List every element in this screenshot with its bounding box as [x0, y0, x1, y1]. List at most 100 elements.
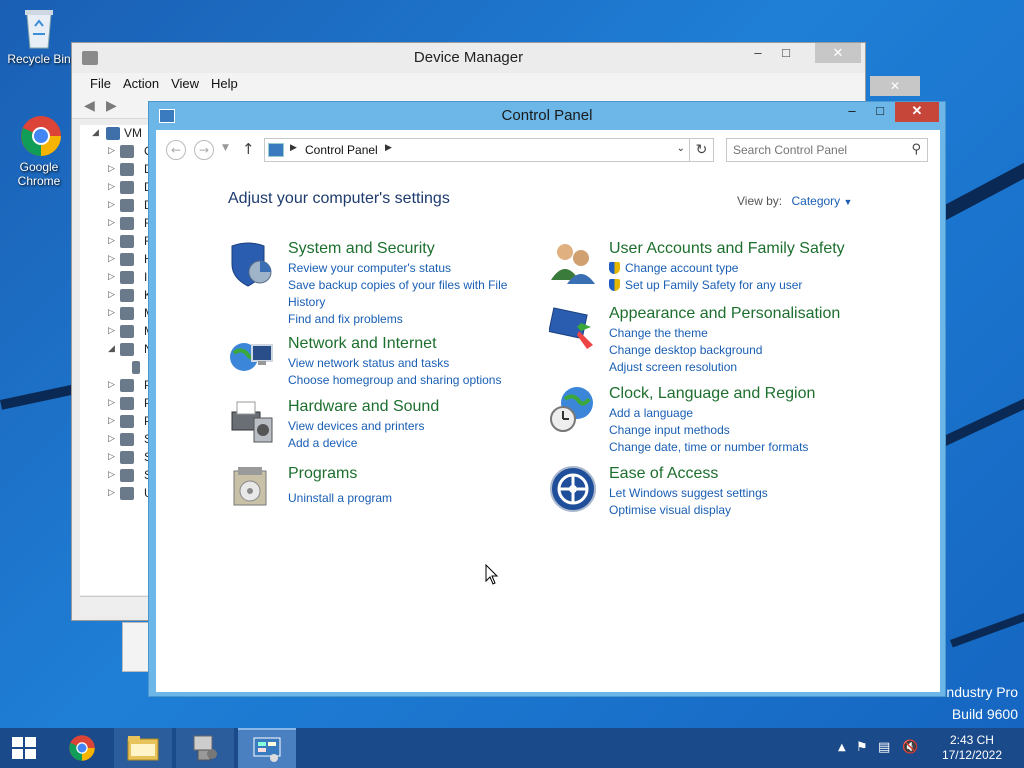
category-title[interactable]: Appearance and Personalisation [609, 305, 840, 323]
category-link[interactable]: Change desktop background [609, 342, 762, 359]
breadcrumb-chevron-icon[interactable]: ▶ [385, 143, 392, 153]
expand-icon[interactable]: ▷ [108, 236, 115, 246]
recent-locations-icon[interactable]: ▼ [222, 143, 229, 153]
os-watermark: ndustry Pro Build 9600 [946, 684, 1018, 722]
forward-button[interactable]: → [194, 140, 214, 160]
category-link[interactable]: Set up Family Safety for any user [609, 277, 802, 294]
category-link[interactable]: Add a language [609, 405, 808, 422]
taskbar-control-panel[interactable] [238, 728, 296, 768]
category-link[interactable]: Change input methods [609, 422, 808, 439]
cp-close-button[interactable]: ✕ [895, 102, 939, 122]
search-input[interactable] [727, 139, 897, 161]
folder-icon [127, 736, 159, 761]
control-panel-titlebar[interactable]: Control Panel – □ ✕ [149, 102, 945, 130]
category-link[interactable]: Choose homegroup and sharing options [288, 372, 501, 389]
expand-icon[interactable]: ▷ [108, 290, 115, 300]
view-by-dropdown[interactable]: Category ▼ [791, 194, 852, 208]
category-title[interactable]: User Accounts and Family Safety [609, 240, 845, 258]
category-title[interactable]: Hardware and Sound [288, 398, 439, 416]
category-link[interactable]: Optimise visual display [609, 502, 768, 519]
expand-icon[interactable]: ▷ [108, 398, 115, 408]
expand-icon[interactable]: ▷ [108, 326, 115, 336]
network-icon[interactable]: ▤ [878, 740, 890, 755]
category-link[interactable]: Uninstall a program [288, 490, 392, 507]
appearance-icon[interactable] [548, 305, 595, 351]
refresh-button[interactable]: ↻ [690, 138, 714, 162]
expand-icon[interactable]: ▷ [108, 146, 115, 156]
category-title[interactable]: System and Security [288, 240, 435, 258]
control-panel-window[interactable]: Control Panel – □ ✕ ← → ▼ ↑ ▶ Control Pa… [148, 101, 946, 697]
breadcrumb-control-panel[interactable]: Control Panel [305, 143, 378, 157]
category-link[interactable]: View network status and tasks [288, 355, 501, 372]
expand-icon[interactable]: ▷ [108, 200, 115, 210]
dm-maximize-button[interactable]: □ [763, 43, 809, 63]
cp-minimize-button[interactable]: – [839, 102, 865, 122]
expand-icon[interactable]: ▷ [108, 218, 115, 228]
device-manager-titlebar[interactable]: Device Manager – □ ✕ [72, 43, 865, 73]
category-link[interactable]: Adjust screen resolution [609, 359, 762, 376]
cp-maximize-button[interactable]: □ [867, 102, 893, 122]
category-title[interactable]: Ease of Access [609, 465, 718, 483]
expand-icon[interactable]: ▷ [108, 308, 115, 318]
search-box[interactable]: ⚲ [726, 138, 928, 162]
category-link[interactable]: Change date, time or number formats [609, 439, 808, 456]
address-dropdown-icon[interactable]: ⌄ [677, 143, 685, 154]
category-link[interactable]: View devices and printers [288, 418, 425, 435]
collapse-icon[interactable]: ◢ [108, 344, 115, 354]
users-icon[interactable] [549, 240, 595, 286]
printer-icon[interactable] [228, 398, 274, 444]
expand-icon[interactable]: ▷ [108, 164, 115, 174]
back-button[interactable]: ← [166, 140, 186, 160]
volume-muted-icon[interactable]: 🔇 [902, 740, 918, 755]
shield-icon[interactable] [228, 240, 274, 287]
device-manager-menubar: File Action View Help [72, 73, 865, 95]
ease-of-access-icon[interactable] [549, 465, 596, 512]
network-globe-icon[interactable] [228, 335, 274, 381]
expand-icon[interactable]: ▷ [108, 452, 115, 462]
category-title[interactable]: Clock, Language and Region [609, 385, 815, 403]
back-arrow-icon[interactable]: ◀ [84, 98, 95, 114]
collapse-icon[interactable]: ◢ [92, 128, 99, 138]
expand-icon[interactable]: ▷ [108, 434, 115, 444]
show-hidden-icons-icon[interactable]: ▲ [838, 742, 846, 753]
expand-icon[interactable]: ▷ [108, 254, 115, 264]
dm-close-button[interactable]: ✕ [815, 43, 861, 63]
taskbar-chrome[interactable] [54, 728, 110, 768]
address-bar[interactable]: ▶ Control Panel ▶ ⌄ [264, 138, 690, 162]
menu-help[interactable]: Help [205, 73, 244, 95]
category-link[interactable]: Find and fix problems [288, 311, 507, 328]
category-link[interactable]: Change the theme [609, 325, 762, 342]
category-title[interactable]: Programs [288, 465, 357, 483]
category-title[interactable]: Network and Internet [288, 335, 437, 353]
expand-icon[interactable]: ▷ [108, 272, 115, 282]
search-icon[interactable]: ⚲ [911, 142, 921, 157]
menu-action[interactable]: Action [117, 73, 165, 95]
category-link[interactable]: Review your computer's status [288, 260, 507, 277]
start-button[interactable] [0, 728, 50, 768]
category-link[interactable]: Add a device [288, 435, 425, 452]
expand-icon[interactable]: ▷ [108, 182, 115, 192]
forward-arrow-icon[interactable]: ▶ [106, 98, 117, 114]
dm-secondary-close-button[interactable]: ✕ [870, 76, 920, 96]
programs-icon[interactable] [228, 465, 274, 511]
expand-icon[interactable]: ▷ [108, 380, 115, 390]
google-chrome-shortcut[interactable]: Google Chrome [6, 114, 72, 188]
category-link[interactable]: Change account type [609, 260, 802, 277]
breadcrumb-chevron-icon[interactable]: ▶ [290, 143, 297, 153]
expand-icon[interactable]: ▷ [108, 470, 115, 480]
category-link[interactable]: Let Windows suggest settings [609, 485, 768, 502]
expand-icon[interactable]: ▷ [108, 416, 115, 426]
taskbar-file-explorer[interactable] [114, 728, 172, 768]
category-link[interactable]: Save backup copies of your files with Fi… [288, 277, 507, 294]
expand-icon[interactable]: ▷ [108, 488, 115, 498]
recycle-bin-shortcut[interactable]: Recycle Bin [6, 6, 72, 66]
taskbar-clock[interactable]: 2:43 CH 17/12/2022 [942, 733, 1002, 763]
menu-file[interactable]: File [84, 73, 117, 95]
taskbar: ▲ ⚑ ▤ 🔇 2:43 CH 17/12/2022 [0, 728, 1024, 768]
taskbar-device-manager[interactable] [176, 728, 234, 768]
clock-globe-icon[interactable] [549, 385, 595, 432]
menu-view[interactable]: View [165, 73, 205, 95]
up-button[interactable]: ↑ [242, 140, 255, 158]
category-link[interactable]: History [288, 294, 507, 311]
action-center-flag-icon[interactable]: ⚑ [856, 740, 868, 755]
